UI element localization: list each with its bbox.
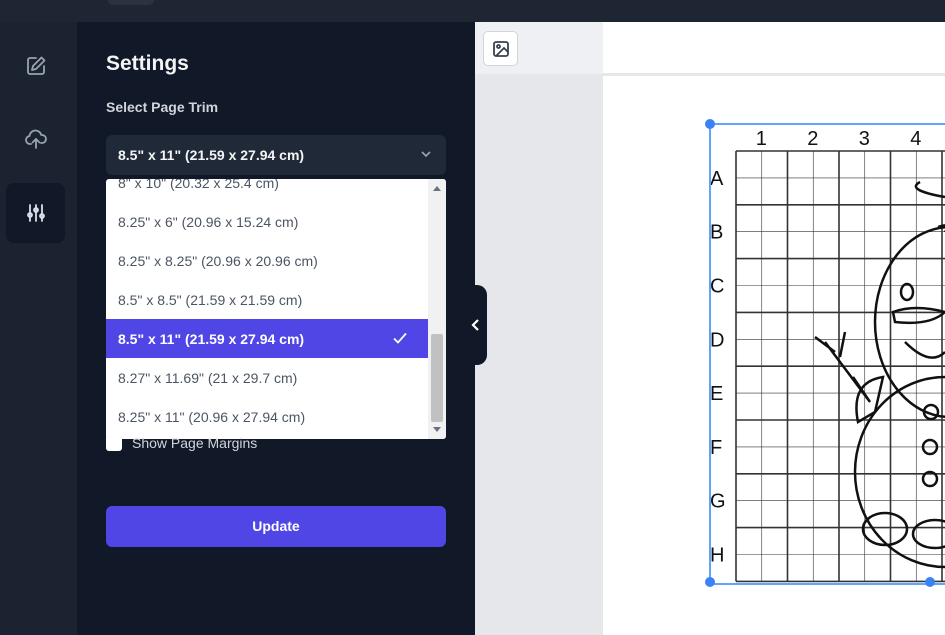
page-trim-label: Select Page Trim	[106, 99, 219, 115]
chevron-left-icon	[471, 319, 479, 331]
selection-handle[interactable]	[705, 119, 715, 129]
trim-option-label: 8.25" x 11" (20.96 x 27.94 cm)	[118, 409, 306, 425]
sliders-icon	[26, 204, 45, 222]
snowman-drawing	[814, 180, 945, 569]
rail-edit-button[interactable]	[6, 36, 65, 96]
chevron-down-icon	[421, 151, 431, 158]
grid-row-label: G	[710, 491, 726, 513]
page-trim-dropdown[interactable]: 8" x 10" (20.32 x 25.4 cm) 8.25" x 6" (2…	[106, 179, 446, 439]
rail-settings-button[interactable]	[6, 183, 65, 243]
show-margins-checkbox[interactable]	[106, 435, 122, 451]
left-rail	[0, 22, 77, 635]
selection-outline	[709, 123, 945, 585]
grid-row-label: B	[710, 222, 723, 244]
trim-option-label: 8" x 10" (20.32 x 25.4 cm)	[118, 179, 279, 191]
trim-option-label: 8.27" x 11.69" (21 x 29.7 cm)	[118, 370, 298, 386]
scroll-up-arrow-icon[interactable]	[433, 186, 441, 191]
show-margins-label: Show Page Margins	[132, 435, 258, 451]
page-trim-select[interactable]: 8.5" x 11" (21.59 x 27.94 cm)	[106, 135, 446, 175]
trim-option-label: 8.5" x 11" (21.59 x 27.94 cm)	[118, 331, 305, 347]
grid-row-label: F	[710, 437, 722, 459]
canvas-area: 1 2 3 4 A B C D E F G H	[475, 22, 945, 635]
grid-column-label: 1	[756, 128, 767, 150]
trim-option-label: 8.5" x 8.5" (21.59 x 21.59 cm)	[118, 292, 303, 308]
grid-column-label: 4	[910, 128, 921, 150]
page-trim-selected-value: 8.5" x 11" (21.59 x 27.94 cm)	[118, 147, 305, 163]
trim-option[interactable]: 8.25" x 6" (20.96 x 15.24 cm)	[106, 202, 428, 241]
trim-option-label: 8.25" x 8.25" (20.96 x 20.96 cm)	[118, 253, 318, 269]
scroll-down-arrow-icon[interactable]	[433, 427, 441, 432]
trim-option[interactable]: 8.5" x 8.5" (21.59 x 21.59 cm)	[106, 280, 428, 319]
coloring-grid-artwork[interactable]: 1 2 3 4 A B C D E F G H	[475, 22, 945, 635]
trim-option[interactable]: 8.25" x 8.25" (20.96 x 20.96 cm)	[106, 241, 428, 280]
dropdown-scrollbar[interactable]	[428, 179, 446, 439]
show-margins-row[interactable]: Show Page Margins	[106, 435, 257, 451]
grid-row-label: A	[710, 168, 724, 190]
grid-row-label: E	[710, 383, 723, 405]
grid-column-label: 2	[807, 128, 818, 150]
scroll-thumb[interactable]	[431, 334, 443, 422]
settings-title: Settings	[106, 52, 189, 75]
edit-icon	[26, 56, 45, 75]
grid-row-label: C	[710, 276, 724, 298]
trim-option[interactable]: 8.27" x 11.69" (21 x 29.7 cm)	[106, 358, 428, 397]
update-button[interactable]: Update	[106, 506, 446, 547]
top-bar	[0, 0, 945, 22]
grid-column-label: 3	[859, 128, 870, 150]
grid-row-label: D	[710, 329, 724, 351]
top-tab[interactable]	[108, 0, 154, 5]
settings-panel: Settings Select Page Trim 8.5" x 11" (21…	[77, 22, 475, 635]
checkmark-icon	[393, 332, 407, 344]
trim-option[interactable]: 8" x 10" (20.32 x 25.4 cm)	[106, 179, 428, 202]
trim-option-selected[interactable]: 8.5" x 11" (21.59 x 27.94 cm)	[106, 319, 428, 358]
grid-row-label: H	[710, 545, 724, 567]
collapse-panel-button[interactable]	[465, 285, 487, 365]
selection-handle[interactable]	[705, 577, 715, 587]
upload-cloud-icon	[24, 129, 47, 149]
trim-option-label: 8.25" x 6" (20.96 x 15.24 cm)	[118, 214, 299, 230]
rail-upload-button[interactable]	[6, 109, 65, 169]
selection-handle[interactable]	[925, 577, 935, 587]
trim-option[interactable]: 8.25" x 11" (20.96 x 27.94 cm)	[106, 397, 428, 436]
